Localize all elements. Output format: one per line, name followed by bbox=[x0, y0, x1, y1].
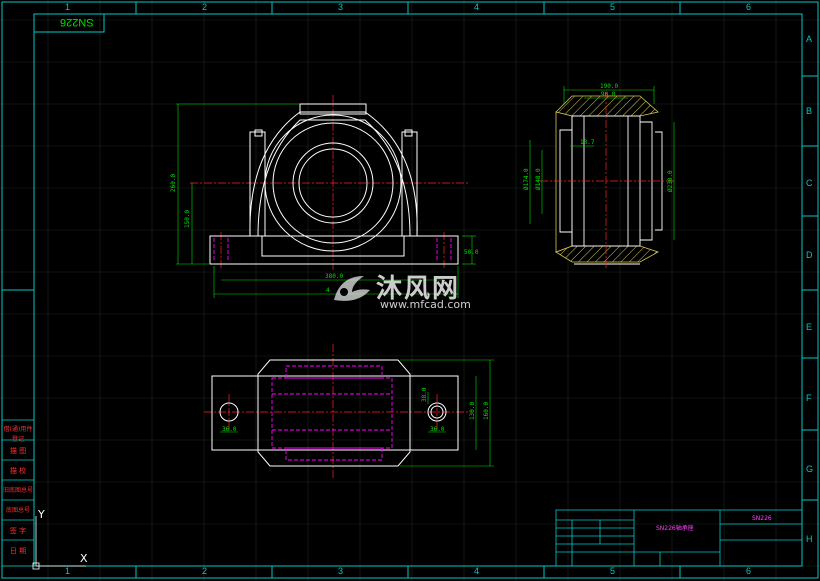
dim-bolt-hole-right: 36.0 bbox=[430, 426, 445, 433]
col-label-bottom-2: 2 bbox=[202, 566, 208, 576]
col-label-bottom-6: 6 bbox=[746, 566, 752, 576]
front-hidden-lines bbox=[213, 238, 452, 262]
col-label-4: 4 bbox=[474, 2, 480, 12]
watermark-logo-icon bbox=[334, 276, 370, 301]
side-label-base-number: 底图总号 bbox=[5, 507, 30, 514]
col-label-5: 5 bbox=[610, 2, 616, 12]
dim-dia-left-1: Ø174.0 bbox=[523, 168, 530, 190]
watermark-url: www.mfcad.com bbox=[380, 298, 471, 311]
row-label-h: H bbox=[806, 534, 813, 544]
front-body-outline bbox=[209, 103, 459, 265]
col-label-bottom-4: 4 bbox=[474, 566, 480, 576]
col-label-3: 3 bbox=[338, 2, 344, 12]
row-label-b: B bbox=[806, 106, 813, 116]
drawing-title-text: SN226 bbox=[60, 16, 94, 28]
col-label-bottom-5: 5 bbox=[610, 566, 616, 576]
dim-bolt-hole-left: 36.0 bbox=[222, 426, 237, 433]
side-label-old-number: 旧底图总号 bbox=[2, 487, 33, 494]
watermark: 沐风网 www.mfcad.com bbox=[330, 268, 500, 312]
title-block-code: SN226 bbox=[752, 515, 772, 522]
row-label-e: E bbox=[806, 322, 813, 332]
dim-base-thickness: 50.0 bbox=[464, 249, 479, 256]
dim-height-total: 260.0 bbox=[170, 174, 177, 192]
dim-dia-left-2: Ø148.0 bbox=[535, 168, 542, 190]
top-hidden-lines bbox=[271, 365, 393, 461]
dim-width-inner: 90.0 bbox=[601, 91, 616, 98]
section-view: 190.0 90.0 13.7 Ø174.0 Ø148.0 Ø230.0 bbox=[523, 83, 676, 270]
row-label-a: A bbox=[806, 34, 813, 44]
top-view: 36.0 36.0 38.0 130.0 160.0 bbox=[204, 344, 494, 480]
section-hatch bbox=[555, 95, 659, 263]
row-label-c: C bbox=[806, 178, 813, 188]
side-label-register: 借(通)用件登记 bbox=[3, 426, 33, 443]
row-label-g: G bbox=[806, 464, 814, 474]
col-label-2: 2 bbox=[202, 2, 208, 12]
axis-y-label: Y bbox=[37, 508, 45, 521]
col-label-bottom-1: 1 bbox=[65, 566, 71, 576]
row-label-f: F bbox=[806, 393, 812, 403]
top-outline bbox=[211, 359, 459, 467]
side-label-check: 描 校 bbox=[9, 467, 27, 475]
dim-dia-outer: Ø230.0 bbox=[667, 170, 674, 192]
side-label-trace: 描 图 bbox=[9, 447, 27, 455]
drawing-title-box: SN226 bbox=[34, 14, 104, 32]
col-label-6: 6 bbox=[746, 2, 752, 12]
side-label-date: 日 期 bbox=[9, 547, 27, 555]
section-outline bbox=[559, 115, 663, 265]
col-label-1: 1 bbox=[65, 2, 71, 12]
side-label-sign: 签 字 bbox=[9, 527, 27, 535]
dim-center-height: 150.0 bbox=[184, 210, 191, 228]
dim-width-outer: 190.0 bbox=[600, 83, 618, 90]
front-center-lines bbox=[190, 95, 470, 270]
dim-top-width-outer: 160.0 bbox=[483, 402, 490, 420]
dim-top-width-inner: 130.0 bbox=[469, 402, 476, 420]
dim-groove: 13.7 bbox=[580, 139, 595, 146]
dim-slot: 38.0 bbox=[421, 387, 428, 402]
col-label-bottom-3: 3 bbox=[338, 566, 344, 576]
axis-x-label: X bbox=[80, 552, 88, 565]
row-label-d: D bbox=[806, 250, 813, 260]
title-block-name: SN226轴承座 bbox=[656, 524, 694, 532]
